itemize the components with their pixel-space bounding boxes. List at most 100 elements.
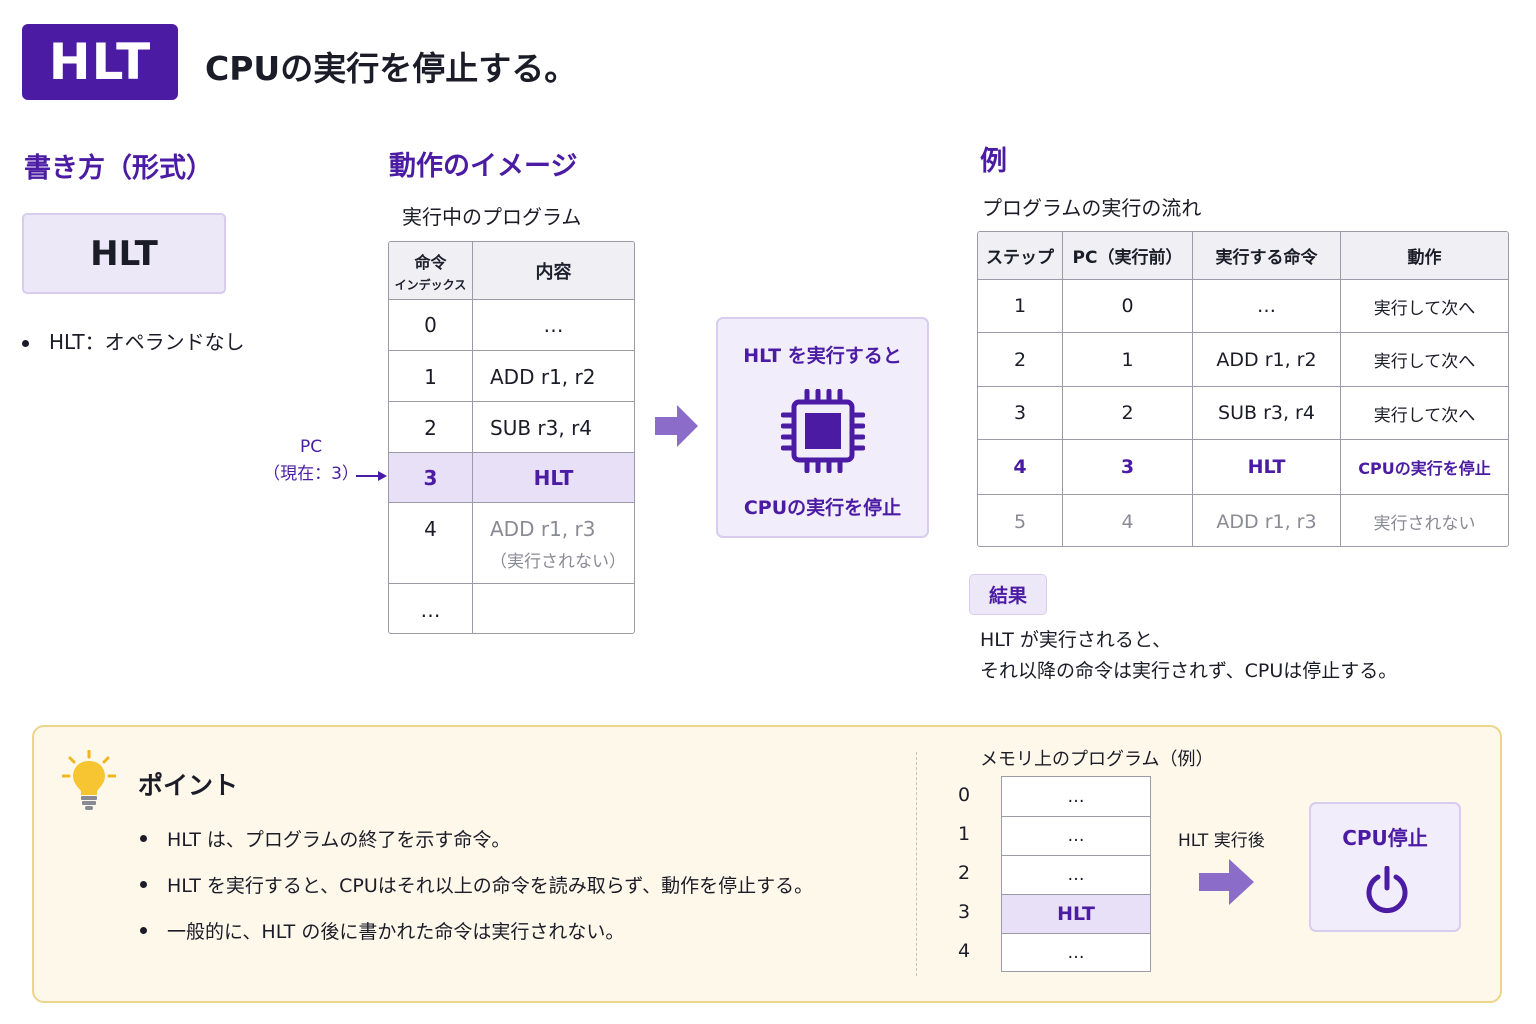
syntax-section-title: 書き方（形式）: [24, 153, 213, 184]
header-pc: PC（実行前）: [1063, 232, 1193, 279]
result-badge: 結果: [969, 574, 1047, 615]
memory-index: 4: [957, 940, 971, 962]
example-section-title: 例: [980, 146, 1007, 177]
instruction-cell: ADD r1, r2: [1193, 333, 1341, 386]
result-text: HLT が実行されると、 それ以降の命令は実行されず、CPUは停止する。: [980, 625, 1397, 687]
point-list: HLT は、プログラムの終了を示す命令。 HLT を実行すると、CPUはそれ以上…: [140, 815, 813, 953]
power-icon: [1366, 866, 1408, 914]
header-content-label: 内容: [535, 261, 572, 283]
row-index: 0: [424, 313, 437, 337]
step-cell: 1: [978, 280, 1063, 332]
header-step: ステップ: [978, 232, 1063, 279]
flow-arrow-icon: [655, 405, 698, 447]
example-table: ステップ PC（実行前） 実行する命令 動作 1 0 … 実行して次へ 2 1 …: [977, 231, 1509, 547]
action-cell: 実行して次へ: [1373, 352, 1476, 372]
panel-divider: [916, 752, 917, 976]
result-line-2: それ以降の命令は実行されず、CPUは停止する。: [980, 660, 1398, 682]
row-content: …: [543, 313, 564, 337]
step-cell: 2: [978, 333, 1063, 386]
pc-cell: 3: [1063, 440, 1193, 494]
step-cell: 4: [978, 440, 1063, 494]
header-index-line2: インデックス: [394, 277, 467, 292]
table-row: 1 ADD r1, r2: [389, 350, 634, 401]
action-cell: CPUの実行を停止: [1358, 459, 1491, 478]
row-index: 2: [424, 416, 437, 440]
pc-cell: 2: [1063, 387, 1193, 439]
point-item-text: 一般的に、HLT の後に書かれた命令は実行されない。: [167, 920, 625, 943]
header-index-cell: 命令 インデックス: [389, 242, 473, 299]
instruction-cell: ADD r1, r3: [1193, 495, 1341, 546]
page-title: CPUの実行を停止する。: [205, 49, 578, 88]
cpu-stop-label: CPU停止: [1342, 826, 1428, 850]
memory-row: …: [1002, 855, 1150, 894]
memory-index: 2: [957, 862, 971, 884]
row-content: SUB r3, r4: [490, 416, 593, 440]
table-row: 0 …: [389, 299, 634, 350]
row-index: 3: [423, 466, 438, 490]
pc-pointer-label: PC （現在：3）: [262, 434, 360, 488]
memory-row: …: [1067, 786, 1085, 807]
table-row-skipped: 5 4 ADD r1, r3 実行されない: [978, 494, 1508, 546]
header-content-cell: 内容: [473, 242, 634, 299]
after-halt-label: HLT 実行後: [1178, 831, 1265, 851]
action-cell: 実行して次へ: [1373, 298, 1476, 319]
cpu-chip-icon: [781, 389, 865, 473]
bullet-dot: [22, 340, 29, 347]
table-row: 3 2 SUB r3, r4 実行して次へ: [978, 386, 1508, 439]
syntax-note: HLT：オペランドなし: [22, 326, 245, 355]
list-item: HLT を実行すると、CPUはそれ以上の命令を読み取らず、動作を停止する。: [140, 861, 813, 907]
pc-cell: 1: [1063, 333, 1193, 386]
step-cell: 5: [978, 495, 1063, 546]
action-cell: 実行して次へ: [1373, 405, 1476, 426]
instruction-badge: HLT: [22, 24, 178, 100]
header-index-line1: 命令: [414, 252, 447, 272]
bullet-dot: [140, 926, 147, 934]
program-table-header: 命令 インデックス 内容: [389, 242, 634, 299]
step-cell: 3: [978, 387, 1063, 439]
memory-index: 3: [957, 901, 971, 923]
memory-row-halt: HLT: [1002, 894, 1150, 933]
table-row-current: 3 HLT: [389, 452, 634, 502]
instruction-cell: HLT: [1193, 440, 1341, 494]
list-item: 一般的に、HLT の後に書かれた命令は実行されない。: [140, 907, 813, 953]
table-row: 1 0 … 実行して次へ: [978, 279, 1508, 332]
right-arrow-icon: [1199, 859, 1254, 905]
program-table: 命令 インデックス 内容 0 … 1 ADD r1, r2 2 SUB r3, …: [388, 241, 635, 634]
cpu-stop-box: CPU停止: [1309, 802, 1461, 932]
table-row-halt: 4 3 HLT CPUの実行を停止: [978, 439, 1508, 494]
syntax-code-box: HLT: [22, 213, 226, 294]
example-table-header: ステップ PC（実行前） 実行する命令 動作: [978, 232, 1508, 279]
table-row: …: [389, 583, 634, 633]
action-cell: 実行されない: [1373, 514, 1476, 534]
table-row: 2 1 ADD r1, r2 実行して次へ: [978, 332, 1508, 386]
pc-current: （現在：3）: [263, 464, 359, 484]
syntax-note-text: HLT：オペランドなし: [49, 330, 245, 354]
bullet-dot: [140, 880, 147, 888]
row-index: …: [420, 598, 441, 622]
cpu-box-top-text: HLT を実行すると: [743, 345, 902, 367]
pc-arrow-icon: [356, 471, 387, 481]
memory-label: メモリ上のプログラム（例）: [980, 749, 1214, 770]
table-row: 2 SUB r3, r4: [389, 401, 634, 452]
pc-cell: 0: [1063, 280, 1193, 332]
cpu-box-bottom-text: CPUの実行を停止: [743, 497, 902, 519]
instruction-cell: SUB r3, r4: [1193, 387, 1341, 439]
header-action: 動作: [1407, 248, 1442, 268]
row-index: 4: [424, 517, 437, 541]
behavior-section-title: 動作のイメージ: [389, 151, 578, 182]
table-row-skipped: 4 ADD r1, r3 （実行されない）: [389, 502, 634, 583]
point-item-text: HLT を実行すると、CPUはそれ以上の命令を読み取らず、動作を停止する。: [167, 874, 814, 897]
row-content: ADD r1, r3: [490, 517, 596, 541]
row-note: （実行されない）: [490, 552, 626, 572]
bullet-dot: [140, 834, 147, 842]
row-index: 1: [424, 365, 437, 389]
memory-row: …: [1002, 816, 1150, 855]
cpu-halt-box: HLT を実行すると CPUの実行を停止: [716, 317, 929, 538]
memory-table: … … … HLT …: [1001, 776, 1151, 972]
list-item: HLT は、プログラムの終了を示す命令。: [140, 815, 813, 861]
memory-index: 0: [957, 784, 971, 806]
instruction-cell: …: [1193, 280, 1341, 332]
memory-row: …: [1002, 933, 1150, 972]
result-line-1: HLT が実行されると、: [980, 629, 1172, 651]
example-caption: プログラムの実行の流れ: [982, 196, 1202, 220]
